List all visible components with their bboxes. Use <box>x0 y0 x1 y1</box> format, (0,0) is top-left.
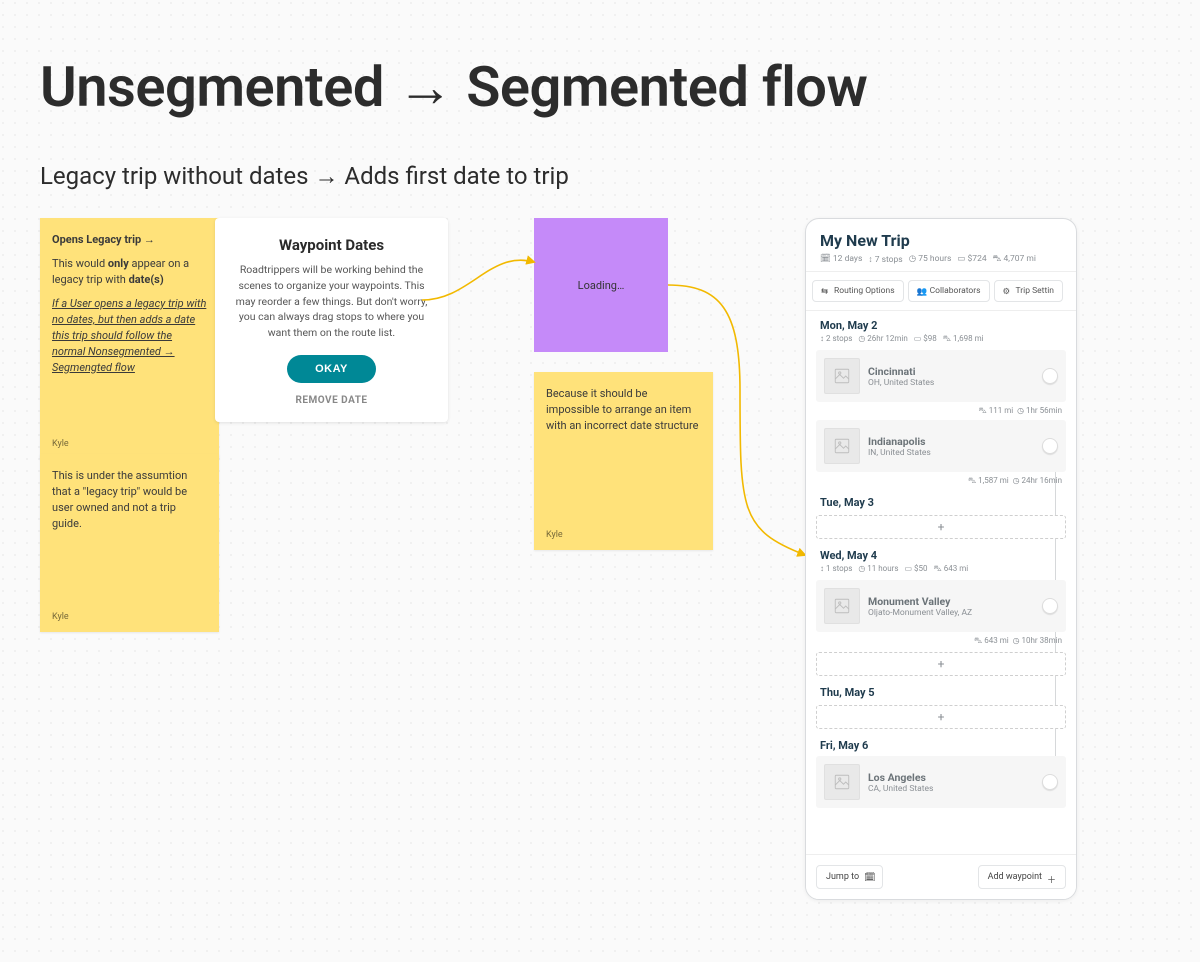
plus-icon: ＋ <box>1047 873 1056 882</box>
sticky-body: This is under the assumtion that a "lega… <box>52 468 207 532</box>
day-label: Fri, May 6 <box>820 739 1062 752</box>
waypoint-row[interactable]: Los AngelesCA, United States <box>816 756 1066 808</box>
waypoint-name: Monument Valley <box>868 595 972 608</box>
sticky-note-impossible[interactable]: Because it should be impossible to arran… <box>534 372 713 550</box>
day-label: Thu, May 5 <box>820 686 1062 699</box>
route-icon: ⇆ <box>821 287 830 296</box>
waypoint-row[interactable]: IndianapolisIN, United States <box>816 420 1066 472</box>
money-icon: ▭ $724 <box>957 254 986 265</box>
calendar-icon: 🗓 <box>864 873 873 882</box>
leg-stats: ⛍ 111 mi ◷ 1hr 56min <box>820 406 1062 416</box>
waypoint-name: Los Angeles <box>868 771 933 784</box>
drag-handle[interactable] <box>1042 774 1058 790</box>
waypoint-name: Cincinnati <box>868 365 934 378</box>
trip-toolbar: ⇆ Routing Options 👥 Collaborators ⚙ Trip… <box>806 271 1076 311</box>
waypoint-sub: CA, United States <box>868 784 933 794</box>
image-icon <box>824 764 860 800</box>
drag-handle[interactable] <box>1042 438 1058 454</box>
sticky-author: Kyle <box>52 611 69 624</box>
leg-stats: ⛍ 1,587 mi ◷ 24hr 16min <box>820 476 1062 486</box>
add-waypoint-button[interactable]: Add waypoint ＋ <box>978 865 1066 889</box>
loading-tile: Loading… <box>534 218 668 352</box>
okay-button[interactable]: OKAY <box>287 355 376 383</box>
drag-handle[interactable] <box>1042 598 1058 614</box>
leg-stats: ⛍ 643 mi ◷ 10hr 38min <box>820 636 1062 646</box>
remove-date-button[interactable]: REMOVE DATE <box>229 395 434 406</box>
trip-planner-mock: My New Trip 🗓 12 days ↕ 7 stops ◷ 75 hou… <box>805 218 1077 900</box>
waypoint-sub: Oljato-Monument Valley, AZ <box>868 608 972 618</box>
waypoint-text: CincinnatiOH, United States <box>868 365 934 388</box>
sticky-note-opens-legacy[interactable]: Opens Legacy trip → This would only appe… <box>40 218 219 459</box>
sticky-author: Kyle <box>52 438 69 451</box>
trip-settings-button[interactable]: ⚙ Trip Settin <box>994 280 1063 302</box>
day-meta: ↕ 1 stops◷ 11 hours▭ $50⛍ 643 mi <box>820 564 1062 574</box>
waypoint-name: Indianapolis <box>868 435 931 448</box>
people-icon: 👥 <box>917 287 926 296</box>
page-subtitle: Legacy trip without dates → Adds first d… <box>40 162 569 191</box>
drag-handle[interactable] <box>1042 368 1058 384</box>
routing-options-button[interactable]: ⇆ Routing Options <box>812 280 904 302</box>
jump-to-button[interactable]: Jump to 🗓 <box>816 865 883 889</box>
waypoint-row[interactable]: Monument ValleyOljato-Monument Valley, A… <box>816 580 1066 632</box>
waypoint-text: Los AngelesCA, United States <box>868 771 933 794</box>
waypoint-sub: OH, United States <box>868 378 934 388</box>
trip-title: My New Trip <box>820 231 1062 250</box>
page-title: Unsegmented → Segmented flow <box>40 54 867 120</box>
sticky-author: Kyle <box>546 529 563 542</box>
collaborators-button[interactable]: 👥 Collaborators <box>908 280 990 302</box>
calendar-icon: 🗓 12 days <box>820 254 862 265</box>
gear-icon: ⚙ <box>1003 287 1012 296</box>
sticky-emphasis: If a User opens a legacy trip with no da… <box>52 296 207 376</box>
car-icon: ⛍ 4,707 mi <box>993 254 1036 265</box>
empty-drop-slot[interactable]: + <box>816 515 1066 539</box>
waypoint-row[interactable]: CincinnatiOH, United States <box>816 350 1066 402</box>
flag-icon: ↕ 7 stops <box>868 254 902 265</box>
sticky-note-assumption[interactable]: This is under the assumtion that a "lega… <box>40 454 219 632</box>
image-icon <box>824 428 860 464</box>
modal-title: Waypoint Dates <box>229 236 434 254</box>
day-meta: ↕ 2 stops◷ 26hr 12min▭ $98⛍ 1,698 mi <box>820 334 1062 344</box>
day-label: Mon, May 2 <box>820 319 1062 332</box>
trip-meta: 🗓 12 days ↕ 7 stops ◷ 75 hours ▭ $724 ⛍ … <box>820 254 1062 265</box>
waypoint-sub: IN, United States <box>868 448 931 458</box>
image-icon <box>824 588 860 624</box>
day-label: Wed, May 4 <box>820 549 1062 562</box>
waypoint-dates-modal: Waypoint Dates Roadtrippers will be work… <box>215 218 448 422</box>
waypoint-text: Monument ValleyOljato-Monument Valley, A… <box>868 595 972 618</box>
image-icon <box>824 358 860 394</box>
sticky-headline: Opens Legacy trip → <box>52 232 207 248</box>
sticky-body: This would only appear on a legacy trip … <box>52 256 207 288</box>
waypoint-text: IndianapolisIN, United States <box>868 435 931 458</box>
modal-body: Roadtrippers will be working behind the … <box>229 262 434 341</box>
day-label: Tue, May 3 <box>820 496 1062 509</box>
empty-drop-slot[interactable]: + <box>816 652 1066 676</box>
sticky-body: Because it should be impossible to arran… <box>546 386 701 434</box>
empty-drop-slot[interactable]: + <box>816 705 1066 729</box>
clock-icon: ◷ 75 hours <box>909 254 952 265</box>
